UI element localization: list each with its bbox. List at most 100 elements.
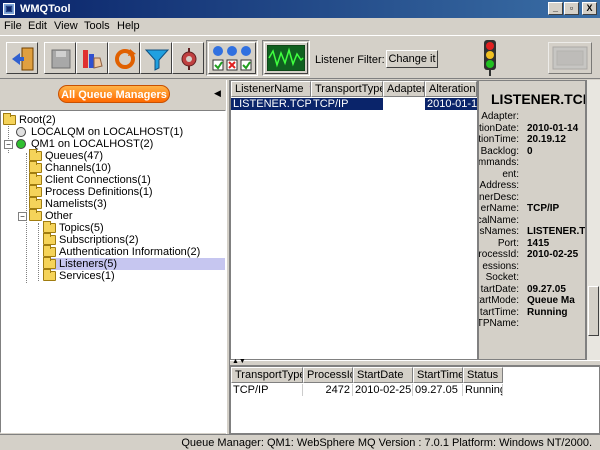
connect-button[interactable] — [6, 42, 38, 74]
detail-field-value: TCP/IP — [527, 203, 560, 214]
menu-file[interactable]: File — [4, 20, 22, 32]
status-button[interactable] — [208, 42, 256, 74]
detail-field-value: 2010-01-14 — [527, 122, 579, 134]
settings-button[interactable] — [172, 42, 204, 74]
detail-field-key: Backlog: — [480, 145, 519, 157]
refresh-icon — [115, 49, 136, 69]
status-lights-icon — [212, 46, 252, 71]
column-header-transport-type[interactable]: TransportType — [231, 367, 303, 383]
report-button[interactable] — [76, 42, 108, 74]
expand-toggle[interactable]: − — [4, 140, 13, 149]
folder-icon — [43, 245, 56, 257]
folder-icon — [29, 173, 42, 185]
cell-listener-name[interactable]: LISTENER.TCP ... — [231, 98, 311, 110]
folder-icon — [3, 113, 16, 125]
detail-field-value: 09.27.05 — [527, 283, 566, 295]
save-button[interactable] — [44, 42, 76, 74]
folder-icon — [29, 197, 42, 209]
cell-adapter[interactable] — [383, 98, 425, 110]
folder-icon — [29, 149, 42, 161]
scrollbar-thumb[interactable] — [588, 286, 599, 336]
cell-alteration-date[interactable]: 2010-01-14 — [425, 98, 477, 110]
all-queue-managers-button[interactable]: All Queue Managers — [58, 85, 170, 103]
collapse-arrow-icon[interactable]: ◀ — [214, 88, 221, 99]
cell-process-id[interactable]: 2472 — [303, 384, 353, 396]
detail-field-value: 1415 — [527, 237, 550, 249]
column-header-transport-type[interactable]: TransportType — [311, 81, 383, 97]
listener-detail-panel: LISTENER.TCP Adapter:ationDate: 2010-01-1… — [478, 80, 586, 360]
column-header-status[interactable]: Status — [463, 367, 503, 383]
column-header-process-id[interactable]: ProcessId — [303, 367, 353, 383]
refresh-button[interactable] — [108, 42, 140, 74]
qm-disconnected-icon — [16, 127, 26, 137]
detail-field-key: essions: — [482, 260, 519, 272]
column-header-start-date[interactable]: StartDate — [353, 367, 413, 383]
detail-field-value: Running — [527, 306, 568, 318]
detail-field-key: sNames: — [479, 226, 519, 237]
traffic-light-icon — [484, 40, 496, 76]
detail-field-value: 0 — [527, 145, 533, 157]
detail-field-key: calName: — [478, 214, 519, 226]
monitor-button[interactable] — [264, 42, 308, 74]
door-exit-icon — [12, 47, 34, 71]
status-text: Queue Manager: QM1: WebSphere MQ Version… — [181, 437, 592, 449]
minimize-button[interactable]: _ — [548, 2, 563, 15]
detail-field-key: rocessId: — [478, 249, 519, 260]
cell-status[interactable]: Running — [463, 384, 503, 396]
detail-field-key: Address: — [479, 180, 519, 191]
folder-icon — [43, 257, 56, 269]
detail-scrollbar[interactable] — [586, 80, 600, 360]
panel-icon — [552, 46, 588, 70]
detail-field-key: ent: — [502, 168, 519, 180]
cell-transport-type[interactable]: TCP/IP — [231, 384, 303, 396]
change-filter-button[interactable]: Change it — [386, 50, 438, 68]
maximize-button[interactable]: ▫ — [564, 2, 579, 15]
menu-tools[interactable]: Tools — [84, 20, 110, 32]
folder-icon — [43, 233, 56, 245]
detail-field-key: tartMode: — [478, 295, 519, 306]
listener-status-table: TransportType ProcessId StartDate StartT… — [230, 366, 600, 434]
detail-field-value: Queue Ma — [527, 295, 575, 306]
folder-icon — [29, 161, 42, 173]
listener-table: ListenerName⬆ TransportType Adapter Alte… — [230, 80, 478, 360]
detail-field-key: Socket: — [485, 272, 519, 283]
report-hand-icon — [83, 50, 103, 69]
folder-icon — [43, 269, 56, 281]
disk-icon — [51, 49, 71, 69]
funnel-icon — [144, 49, 170, 71]
cell-start-date[interactable]: 2010-02-25 — [353, 384, 413, 396]
menu-view[interactable]: View — [54, 20, 78, 32]
detail-field-value: 2010-02-25 — [527, 249, 579, 260]
detail-field-value: 20.19.12 — [527, 134, 566, 145]
cell-start-time[interactable]: 09.27.05 — [413, 384, 463, 396]
split-arrows-icon[interactable]: ▲▼ — [232, 358, 246, 365]
queue-manager-tree: Root(2) LOCALQM on LOCALHOST(1) − QM1 on… — [0, 110, 226, 433]
waveform-icon — [267, 45, 305, 71]
gear-icon — [181, 48, 197, 70]
folder-icon — [29, 209, 42, 221]
detail-field-key: Adapter: — [481, 111, 519, 122]
expand-toggle[interactable]: − — [18, 212, 27, 221]
menu-edit[interactable]: Edit — [28, 20, 47, 32]
qm-connected-icon — [16, 139, 26, 149]
listener-filter-label: Listener Filter: — [315, 54, 385, 66]
detail-field-key: nerDesc: — [478, 191, 519, 203]
detail-field-key: TPName: — [478, 318, 519, 329]
tree-guide — [38, 223, 39, 281]
tree-node-listeners[interactable]: Listeners(5) — [43, 257, 225, 270]
column-header-alteration-date[interactable]: AlterationD — [425, 81, 477, 97]
disabled-tool-button[interactable] — [548, 42, 592, 74]
column-header-adapter[interactable]: Adapter — [383, 81, 425, 97]
column-header-listener-name[interactable]: ListenerName⬆ — [231, 81, 311, 97]
status-bar: Queue Manager: QM1: WebSphere MQ Version… — [0, 434, 600, 450]
window-title: WMQTool — [20, 3, 71, 15]
column-header-start-time[interactable]: StartTime — [413, 367, 463, 383]
detail-field-key: erName: — [480, 203, 519, 214]
detail-field-key: ationDate: — [478, 122, 519, 134]
filter-button[interactable] — [140, 42, 172, 74]
cell-transport-type[interactable]: TCP/IP — [311, 98, 383, 110]
menu-help[interactable]: Help — [117, 20, 140, 32]
detail-field-key: Port: — [497, 237, 519, 249]
close-button[interactable]: X — [582, 2, 597, 15]
detail-field-key: tartDate: — [480, 283, 519, 295]
